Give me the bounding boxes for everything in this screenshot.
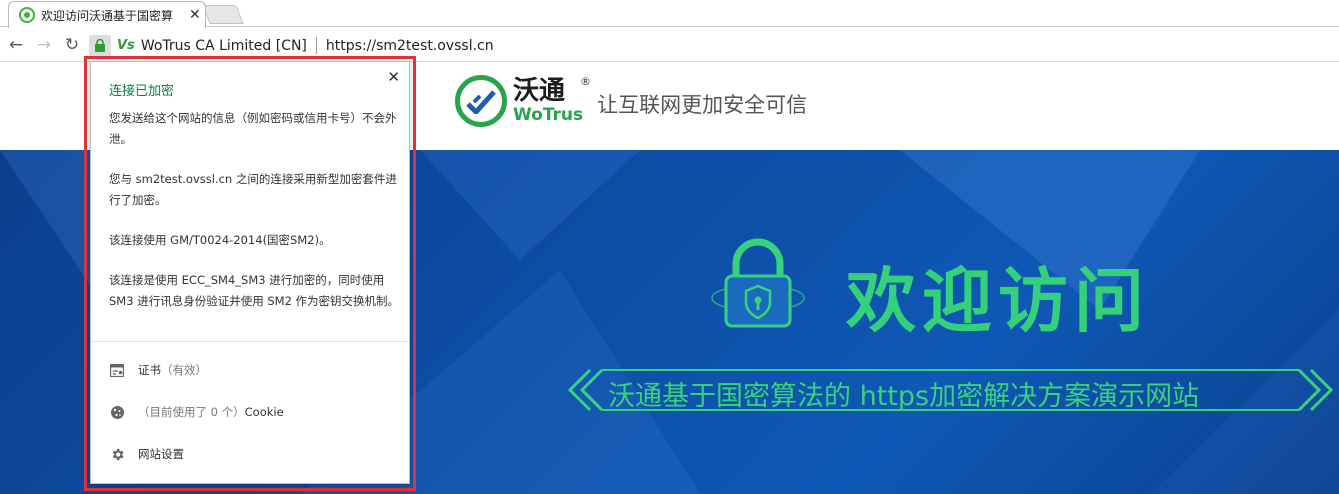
forward-button[interactable]: → bbox=[30, 35, 58, 55]
gear-icon bbox=[109, 446, 125, 462]
new-tab-button[interactable] bbox=[202, 5, 244, 24]
connection-paragraph: 该连接使用 GM/T0024-2014(国密SM2)。 bbox=[109, 233, 331, 247]
certificate-status: （有效） bbox=[161, 363, 207, 377]
brand-logo[interactable]: 沃通 WoTrus ® 让互联网更加安全可信 bbox=[455, 75, 807, 127]
back-button[interactable]: ← bbox=[2, 35, 30, 55]
site-settings-label: 网站设置 bbox=[138, 447, 184, 461]
site-favicon-icon bbox=[19, 7, 35, 23]
certificate-icon bbox=[109, 362, 125, 378]
connection-paragraph: 该连接是使用 ECC_SM4_SM3 进行加密的，同时使用 SM3 进行讯息身份… bbox=[109, 273, 400, 308]
padlock-icon bbox=[711, 238, 805, 328]
tab-close-icon[interactable]: ✕ bbox=[189, 7, 201, 23]
cookie-label: Cookie bbox=[244, 405, 284, 419]
hero-title: 欢迎访问 bbox=[846, 260, 1150, 342]
cookie-row[interactable]: （目前使用了 0 个） Cookie bbox=[109, 404, 284, 420]
reload-button[interactable]: ↻ bbox=[58, 35, 86, 55]
hero-subtitle: 沃通基于国密算法的 https加密解决方案演示网站 bbox=[608, 381, 1200, 412]
cookie-icon bbox=[109, 404, 125, 420]
brand-name-cn: 沃通 bbox=[513, 76, 566, 106]
address-separator bbox=[315, 37, 317, 54]
site-settings-row[interactable]: 网站设置 bbox=[109, 446, 184, 462]
connection-paragraph: 您发送给这个网站的信息（例如密码或信用卡号）不会外泄。 bbox=[109, 111, 397, 146]
lock-icon[interactable] bbox=[89, 34, 111, 57]
tab-title: 欢迎访问沃通基于国密算 bbox=[41, 8, 174, 23]
brand-slogan: 让互联网更加安全可信 bbox=[597, 93, 808, 117]
connection-secure-title: 连接已加密 bbox=[109, 84, 175, 99]
connection-details: 您发送给这个网站的信息（例如密码或信用卡号）不会外泄。 您与 sm2test.o… bbox=[109, 108, 401, 331]
browser-tab[interactable]: 欢迎访问沃通基于国密算 ✕ bbox=[8, 1, 206, 28]
certificate-row[interactable]: 证书 （有效） bbox=[109, 362, 207, 378]
wotrus-logo-icon bbox=[455, 75, 507, 127]
connection-info-popup: ✕ 连接已加密 您发送给这个网站的信息（例如密码或信用卡号）不会外泄。 您与 s… bbox=[90, 61, 410, 484]
certificate-label: 证书 bbox=[138, 363, 161, 377]
popup-close-icon[interactable]: ✕ bbox=[387, 68, 400, 86]
registered-mark: ® bbox=[580, 75, 591, 88]
ev-logo-icon: Vs bbox=[117, 38, 135, 53]
address-bar[interactable]: Vs WoTrus CA Limited [CN] https://sm2tes… bbox=[89, 32, 1334, 59]
connection-paragraph: 您与 sm2test.ovssl.cn 之间的连接采用新型加密套件进行了加密。 bbox=[109, 172, 397, 207]
brand-name-en: WoTrus bbox=[513, 105, 584, 125]
url-text[interactable]: https://sm2test.ovssl.cn bbox=[326, 38, 494, 54]
hero-subtitle-banner: 沃通基于国密算法的 https加密解决方案演示网站 bbox=[562, 368, 1339, 412]
cookie-count: （目前使用了 0 个） bbox=[138, 405, 245, 419]
ev-organization-name[interactable]: WoTrus CA Limited [CN] bbox=[141, 38, 307, 54]
popup-divider bbox=[91, 341, 409, 342]
tab-strip: 欢迎访问沃通基于国密算 ✕ bbox=[0, 0, 1339, 28]
